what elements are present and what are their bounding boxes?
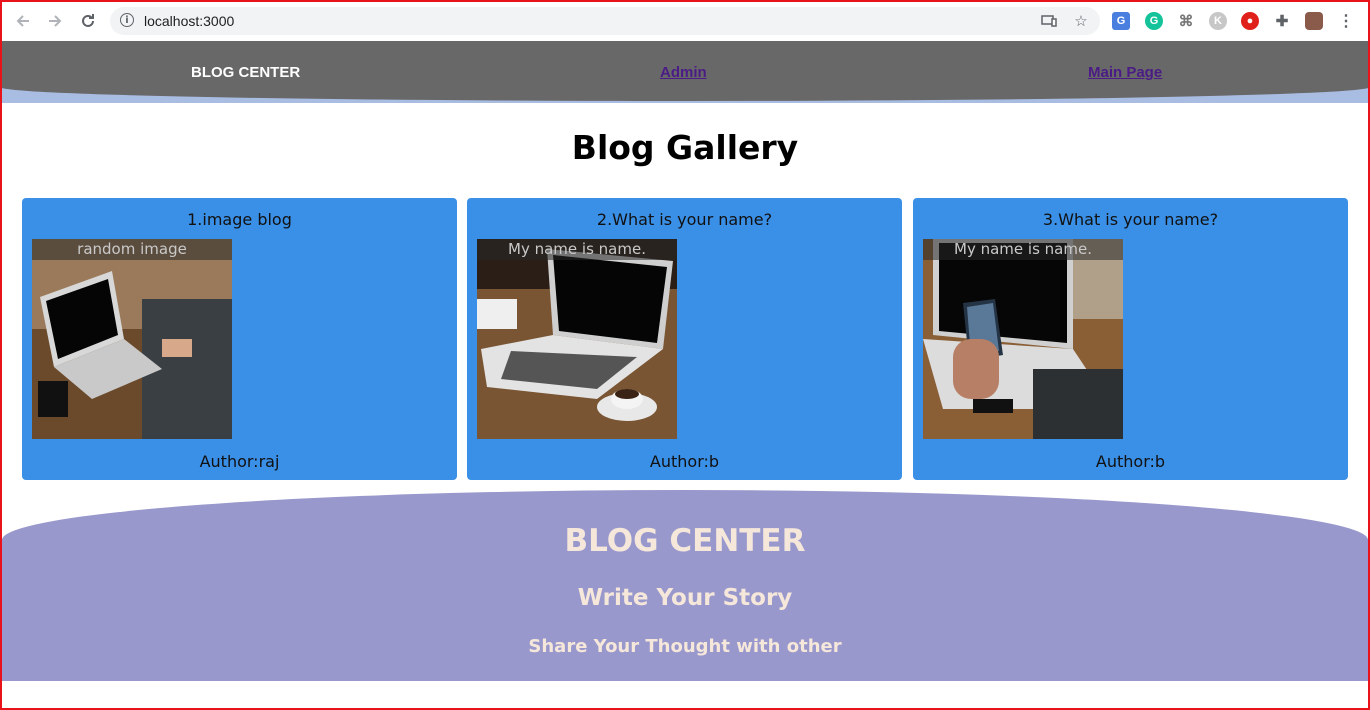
nav-link-main-page[interactable]: Main Page xyxy=(1088,64,1162,81)
blog-card[interactable]: 2.What is your name? My name is name. Au… xyxy=(467,198,902,480)
card-author: Author:b xyxy=(1095,452,1166,471)
bookmark-star-icon[interactable]: ☆ xyxy=(1072,12,1090,30)
card-image: My name is name. xyxy=(923,239,1123,439)
card-title: 3.What is your name? xyxy=(1042,210,1219,229)
card-image: random image xyxy=(32,239,232,439)
cast-icon[interactable] xyxy=(1040,12,1058,30)
card-image-caption: My name is name. xyxy=(477,239,677,260)
card-image-caption: My name is name. xyxy=(923,239,1123,260)
tag-icon[interactable]: ⌘ xyxy=(1177,12,1195,30)
translate-icon[interactable]: G xyxy=(1112,12,1130,30)
grammarly-icon[interactable]: G xyxy=(1145,12,1163,30)
back-icon[interactable] xyxy=(12,10,34,32)
card-image-caption: random image xyxy=(32,239,232,260)
puzzle-icon[interactable]: ✚ xyxy=(1273,12,1291,30)
card-title: 2.What is your name? xyxy=(596,210,773,229)
card-title: 1.image blog xyxy=(187,210,292,229)
site-info-icon[interactable]: i xyxy=(120,13,134,27)
blog-card[interactable]: 1.image blog random image Author:raj xyxy=(22,198,457,480)
reload-icon[interactable] xyxy=(77,10,99,32)
address-url: localhost:3000 xyxy=(144,13,235,29)
site-navbar: BLOG CENTER Admin Main Page xyxy=(0,41,1370,103)
card-author: Author:raj xyxy=(199,452,280,471)
menu-kebab-icon[interactable]: ⋮ xyxy=(1337,12,1355,30)
site-footer: BLOG CENTER Write Your Story Share Your … xyxy=(2,490,1368,681)
nav-brand[interactable]: BLOG CENTER xyxy=(191,64,300,81)
card-image: My name is name. xyxy=(477,239,677,439)
footer-subline: Share Your Thought with other xyxy=(528,636,842,657)
nav-link-admin[interactable]: Admin xyxy=(660,64,707,81)
blog-card[interactable]: 3.What is your name? My name is name. Au… xyxy=(913,198,1348,480)
address-bar[interactable]: i localhost:3000 ☆ xyxy=(110,7,1100,35)
k-icon[interactable]: K xyxy=(1209,12,1227,30)
shield-icon[interactable]: ● xyxy=(1241,12,1259,30)
navbar-bar: BLOG CENTER Admin Main Page xyxy=(0,41,1370,101)
card-author: Author:b xyxy=(649,452,720,471)
footer-tagline: Write Your Story xyxy=(577,585,793,611)
profile-avatar[interactable] xyxy=(1305,12,1323,30)
footer-brand: BLOG CENTER xyxy=(564,523,806,559)
page-title: Blog Gallery xyxy=(571,128,799,167)
forward-icon[interactable] xyxy=(44,10,66,32)
browser-toolbar: i localhost:3000 ☆ G G ⌘ K ● ✚ ⋮ xyxy=(0,0,1370,42)
